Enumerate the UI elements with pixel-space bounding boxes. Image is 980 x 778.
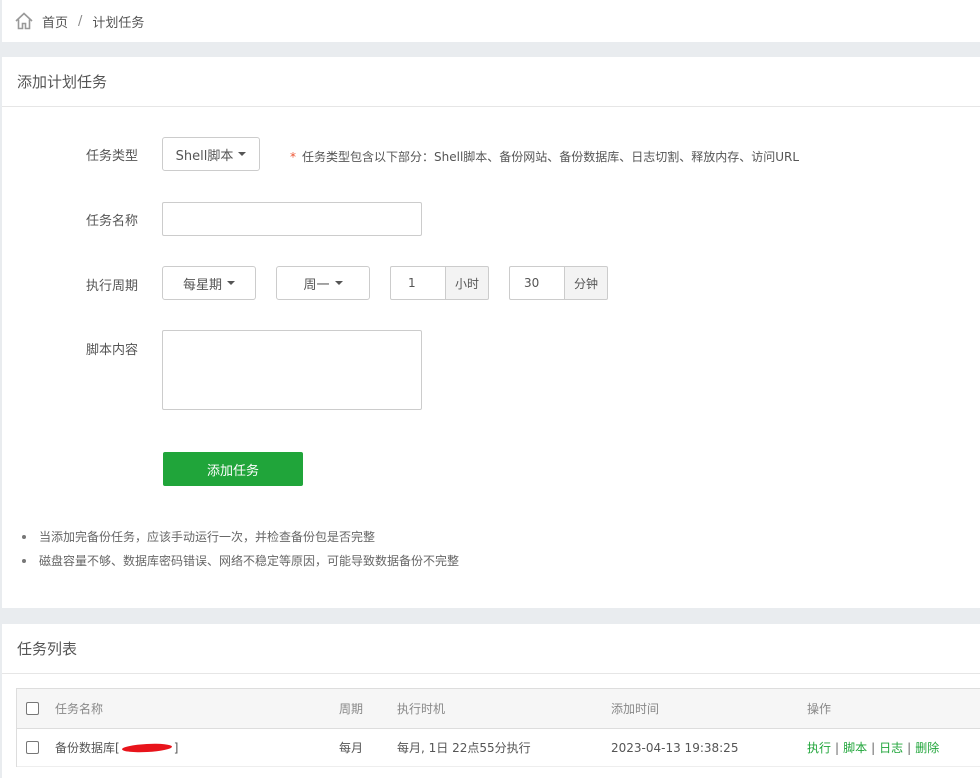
select-all-checkbox[interactable] [26, 702, 39, 715]
period-cycle-value: 每星期 [182, 277, 222, 293]
task-name-prefix: 备份数据库[ [55, 741, 120, 755]
caret-down-icon [334, 281, 343, 285]
hour-unit: 小时 [445, 266, 489, 300]
task-type-note: * 任务类型包含以下部分：Shell脚本、备份网站、备份数据库、日志切割、释放内存… [290, 148, 799, 165]
period-label: 执行周期 [86, 279, 139, 294]
tip-item: 当添加完备份任务，应该手动运行一次，并检查备份包是否完整 [22, 529, 459, 553]
breadcrumb-current: 计划任务 [92, 15, 145, 31]
col-added: 添加时间 [611, 702, 660, 716]
add-task-title: 添加计划任务 [2, 57, 980, 107]
add-task-button[interactable]: 添加任务 [163, 452, 303, 486]
breadcrumb: 首页 / 计划任务 [2, 0, 980, 42]
home-icon[interactable] [14, 11, 34, 31]
required-star: * [290, 150, 296, 164]
task-exec-time-cell: 每月, 1日 22点55分执行 [397, 741, 531, 755]
task-name-cell: 备份数据库[] [55, 729, 178, 766]
caret-down-icon [227, 281, 235, 285]
script-link[interactable]: 脚本 [843, 739, 867, 756]
period-cycle-dropdown[interactable]: 每星期 [162, 266, 256, 300]
ops-separator: | [871, 740, 876, 755]
col-exec-time: 执行时机 [397, 702, 446, 716]
col-name: 任务名称 [55, 702, 104, 716]
weekday-value: 周一 [303, 277, 330, 293]
task-list-title: 任务列表 [2, 624, 980, 674]
col-period: 周期 [339, 702, 364, 716]
breadcrumb-home[interactable]: 首页 [42, 12, 68, 31]
task-type-dropdown[interactable]: Shell脚本 [162, 137, 260, 171]
minute-unit: 分钟 [564, 266, 608, 300]
redaction-mark [121, 742, 172, 753]
task-name-label: 任务名称 [86, 214, 139, 229]
task-ops-cell: 执行 | 脚本 | 日志 | 删除 [807, 729, 939, 766]
task-type-value: Shell脚本 [175, 148, 234, 164]
task-added-cell: 2023-04-13 19:38:25 [611, 740, 739, 755]
breadcrumb-separator: / [78, 13, 83, 29]
tips-list: 当添加完备份任务，应该手动运行一次，并检查备份包是否完整 磁盘容量不够、数据库密… [22, 529, 459, 577]
tip-item: 磁盘容量不够、数据库密码错误、网络不稳定等原因，可能导致数据备份不完整 [22, 553, 459, 577]
task-name-input[interactable] [162, 202, 422, 236]
caret-down-icon [238, 152, 247, 156]
task-table: 任务名称 周期 执行时机 添加时间 操作 备份数据库[] 每月 每月, 1日 2… [16, 688, 980, 767]
script-label: 脚本内容 [86, 343, 139, 358]
table-row: 备份数据库[] 每月 每月, 1日 22点55分执行 2023-04-13 19… [17, 729, 980, 767]
run-link[interactable]: 执行 [807, 739, 831, 756]
weekday-dropdown[interactable]: 周一 [276, 266, 370, 300]
delete-link[interactable]: 删除 [915, 739, 939, 756]
col-ops: 操作 [807, 702, 832, 716]
row-checkbox[interactable] [26, 741, 39, 754]
task-name-suffix: ] [173, 740, 179, 755]
ops-separator: | [835, 740, 840, 755]
add-task-panel: 添加计划任务 任务类型 Shell脚本 * 任务类型包含以下部分：Shell脚本、… [2, 57, 980, 608]
task-period-cell: 每月 [339, 741, 364, 755]
task-type-label: 任务类型 [86, 149, 139, 164]
hour-input[interactable]: 1 [390, 266, 446, 300]
script-textarea[interactable] [162, 330, 422, 410]
ops-separator: | [907, 740, 912, 755]
minute-input[interactable]: 30 [509, 266, 565, 300]
task-type-note-text: 任务类型包含以下部分：Shell脚本、备份网站、备份数据库、日志切割、释放内存、… [302, 150, 800, 164]
task-list-panel: 任务列表 任务名称 周期 执行时机 添加时间 操作 备份数据库[] 每月 每月,… [2, 624, 980, 778]
log-link[interactable]: 日志 [879, 739, 903, 756]
table-header: 任务名称 周期 执行时机 添加时间 操作 [17, 689, 980, 729]
